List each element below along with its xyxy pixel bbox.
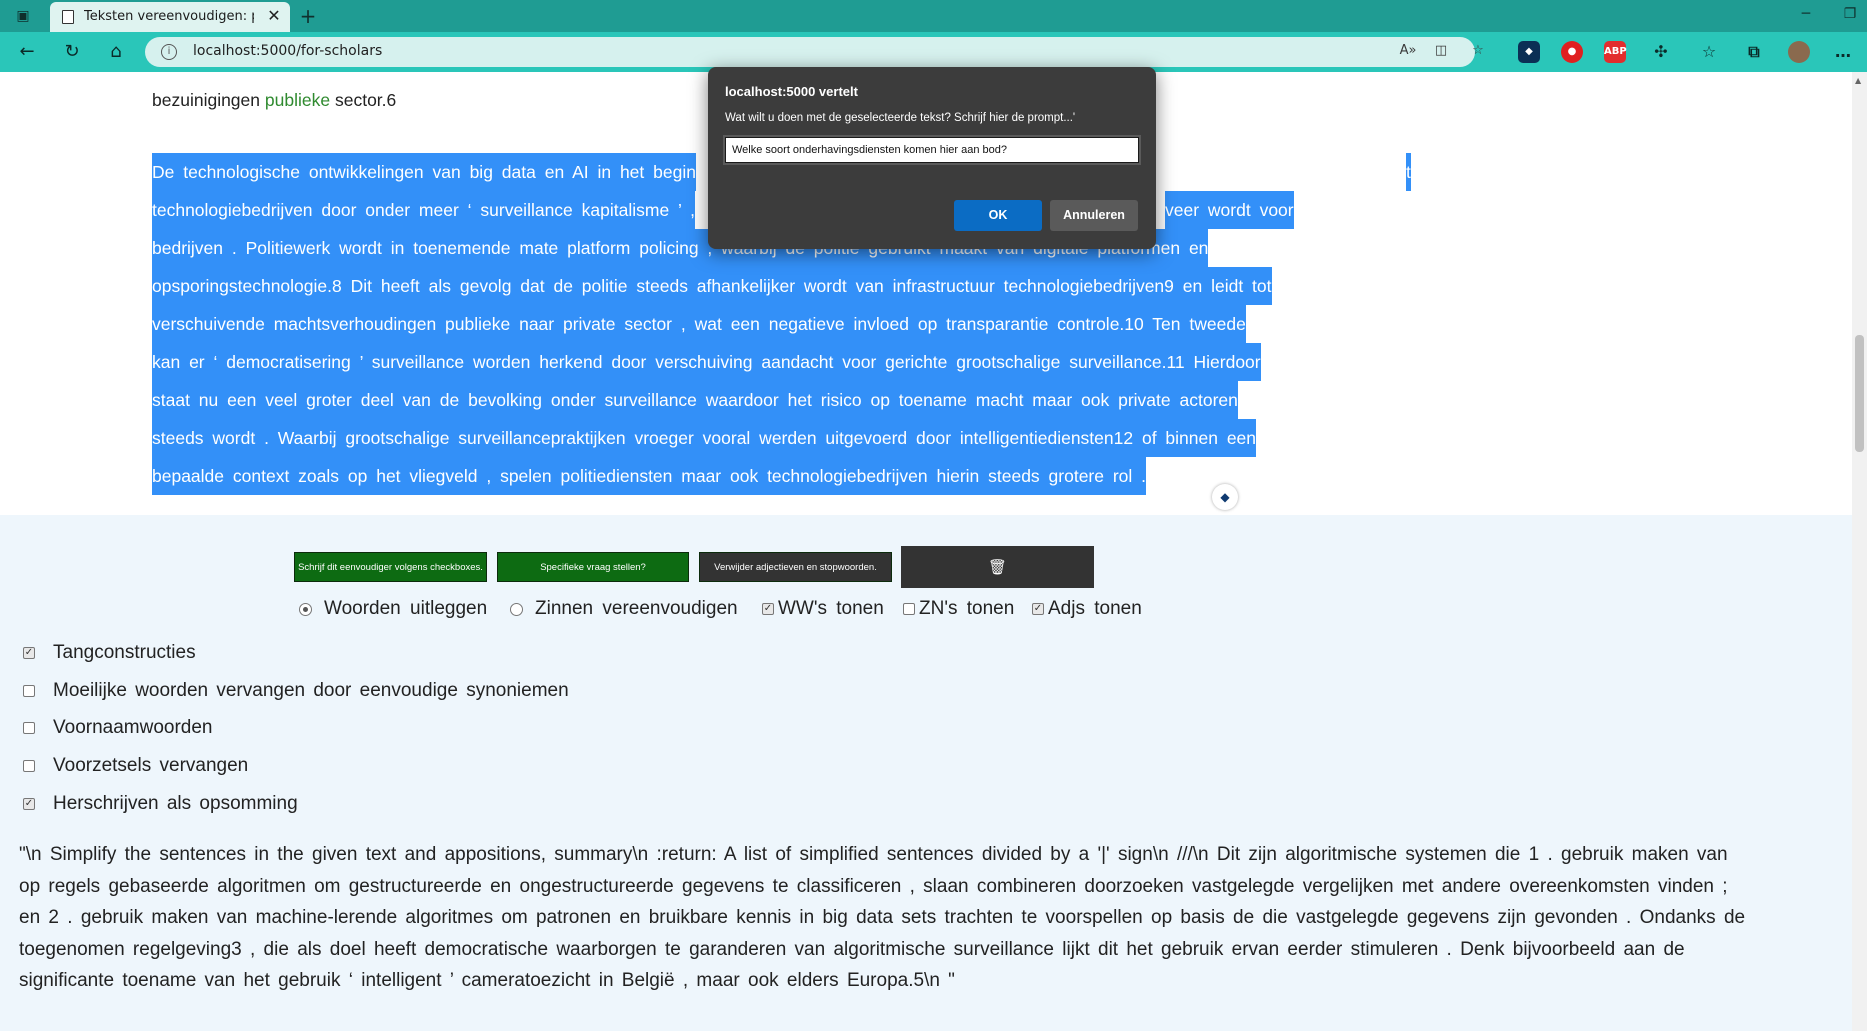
selection-helper-icon[interactable]: ◆ bbox=[1212, 484, 1238, 510]
simplify-button[interactable]: Schrijf dit eenvoudiger volgens checkbox… bbox=[294, 552, 487, 582]
collections-icon[interactable]: ⧉ bbox=[1743, 41, 1765, 63]
selected-line: kan er ‘ democratisering ’ surveillance … bbox=[152, 343, 1261, 381]
url-field[interactable]: i localhost:5000/for-scholars A» ◫ ☆ bbox=[145, 37, 1484, 67]
browser-window: ▣ Teksten vereenvoudigen: prototy ✕ + ─ … bbox=[0, 0, 1867, 1031]
checkbox-voorzetsels[interactable] bbox=[23, 760, 35, 772]
tab-title: Teksten vereenvoudigen: prototy bbox=[84, 9, 254, 24]
prev-line-after: sector.6 bbox=[334, 90, 397, 110]
dialog-title: localhost:5000 vertelt bbox=[725, 84, 858, 99]
radio-explain-words[interactable] bbox=[299, 603, 312, 616]
new-tab-icon[interactable]: + bbox=[297, 5, 319, 27]
output-line: significante toename van het gebruik ‘ i… bbox=[19, 970, 955, 991]
abp-extension-icon[interactable]: ABP bbox=[1604, 41, 1627, 63]
profile-avatar[interactable] bbox=[1788, 41, 1810, 63]
output-line: en 2 . gebruik maken van machine-lerende… bbox=[19, 907, 1746, 928]
add-favorite-icon[interactable]: ☆ bbox=[1468, 43, 1488, 61]
selected-line-fragment: veer wordt voor bbox=[1165, 191, 1294, 229]
checkbox-label: Tangconstructies bbox=[53, 642, 196, 663]
remove-adjectives-button[interactable]: Verwijder adjectieven en stopwoorden. bbox=[699, 552, 892, 582]
checkbox-label: Voorzetsels vervangen bbox=[53, 755, 249, 776]
home-icon[interactable]: ⌂ bbox=[105, 41, 127, 63]
output-line: op regels gebaseerde algoritmen om gestr… bbox=[19, 875, 1728, 897]
radio-explain-label: Woorden uitleggen bbox=[324, 598, 488, 619]
back-icon[interactable]: ← bbox=[16, 41, 38, 63]
checkbox-synoniemen[interactable] bbox=[23, 685, 35, 697]
scrollbar-thumb[interactable] bbox=[1855, 335, 1864, 452]
close-tab-icon[interactable]: ✕ bbox=[265, 7, 283, 25]
output-line: toegenomen regelgeving3 , die als doel h… bbox=[19, 938, 1685, 960]
check-zn[interactable] bbox=[903, 603, 915, 615]
radio-simplify-sentences[interactable] bbox=[510, 603, 523, 616]
selected-line: De technologische ontwikkelingen van big… bbox=[152, 153, 696, 191]
check-ww-label: WW's tonen bbox=[778, 598, 884, 619]
restore-icon[interactable]: ❐ bbox=[1840, 6, 1860, 22]
highlighted-word: publieke bbox=[264, 90, 331, 110]
minimize-icon[interactable]: ─ bbox=[1796, 6, 1816, 22]
more-menu-icon[interactable]: … bbox=[1832, 41, 1854, 63]
checkbox-label: Herschrijven als opsomming bbox=[53, 793, 298, 814]
selected-line-fragment: t bbox=[1405, 153, 1411, 191]
check-ww[interactable]: ✓ bbox=[762, 603, 774, 615]
scroll-up-icon[interactable]: ▲ bbox=[1855, 76, 1861, 85]
check-adj-label: Adjs tonen bbox=[1048, 598, 1142, 619]
url-text[interactable]: localhost:5000/for-scholars bbox=[193, 43, 382, 59]
radio-simplify-label: Zinnen vereenvoudigen bbox=[535, 598, 738, 619]
selected-line: verschuivende machtsverhoudingen publiek… bbox=[152, 305, 1246, 343]
checkbox-opsomming[interactable]: ✓ bbox=[23, 798, 35, 810]
read-aloud-icon[interactable]: A» bbox=[1398, 43, 1418, 61]
output-line: "\n Simplify the sentences in the given … bbox=[19, 844, 1728, 865]
favorites-icon[interactable]: ☆ bbox=[1698, 41, 1720, 63]
trash-button[interactable]: 🗑 bbox=[901, 546, 1094, 588]
selected-line: opsporingstechnologie.8 Dit heeft als ge… bbox=[152, 267, 1272, 305]
prompt-input[interactable]: Welke soort onderhavingsdiensten komen h… bbox=[723, 135, 1141, 165]
checkbox-label: Voornaamwoorden bbox=[53, 717, 213, 738]
check-zn-label: ZN's tonen bbox=[919, 598, 1015, 619]
ok-button[interactable]: OK bbox=[954, 200, 1042, 231]
selected-line: bepaalde context zoals op het vliegveld … bbox=[152, 457, 1147, 495]
extensions-puzzle-icon[interactable]: ✣ bbox=[1650, 41, 1672, 63]
browser-tab[interactable]: Teksten vereenvoudigen: prototy ✕ bbox=[50, 2, 290, 32]
address-bar-row: ← ↻ ⌂ i localhost:5000/for-scholars A» ◫… bbox=[0, 32, 1867, 72]
refresh-icon[interactable]: ↻ bbox=[61, 41, 83, 63]
selected-line: steeds wordt . Waarbij grootschalige sur… bbox=[152, 419, 1257, 457]
output-text: "\n Simplify the sentences in the given … bbox=[19, 839, 1849, 997]
tab-bar: ▣ Teksten vereenvoudigen: prototy ✕ + ─ … bbox=[0, 0, 1867, 32]
vertical-scrollbar[interactable]: ▲ bbox=[1852, 72, 1867, 1031]
adblock-extension-icon[interactable]: ● bbox=[1561, 41, 1583, 63]
trash-icon: 🗑 bbox=[987, 558, 1008, 576]
checkbox-tangconstructies[interactable]: ✓ bbox=[23, 647, 35, 659]
specific-question-button[interactable]: Specifieke vraag stellen? bbox=[497, 552, 689, 582]
extension-icon[interactable]: ◆ bbox=[1518, 41, 1540, 63]
page-favicon-icon bbox=[62, 10, 74, 24]
checkbox-voornaamwoorden[interactable] bbox=[23, 722, 35, 734]
selected-line: technologiebedrijven door onder meer ‘ s… bbox=[152, 191, 696, 229]
check-adj[interactable]: ✓ bbox=[1032, 603, 1044, 615]
split-screen-icon[interactable]: ◫ bbox=[1431, 43, 1451, 61]
checkbox-label: Moeilijke woorden vervangen door eenvoud… bbox=[53, 680, 569, 701]
prompt-dialog: localhost:5000 vertelt Wat wilt u doen m… bbox=[708, 67, 1156, 249]
prev-line-before: bezuinigingen bbox=[152, 90, 261, 110]
cancel-button[interactable]: Annuleren bbox=[1050, 200, 1138, 231]
tab-actions-icon[interactable]: ▣ bbox=[14, 7, 32, 25]
selected-line: staat nu een veel groter deel van de bev… bbox=[152, 381, 1238, 419]
previous-line: bezuinigingen publieke sector.6 bbox=[152, 90, 396, 111]
dialog-message: Wat wilt u doen met de geselecteerde tek… bbox=[725, 112, 1076, 124]
site-info-icon[interactable]: i bbox=[161, 44, 177, 60]
